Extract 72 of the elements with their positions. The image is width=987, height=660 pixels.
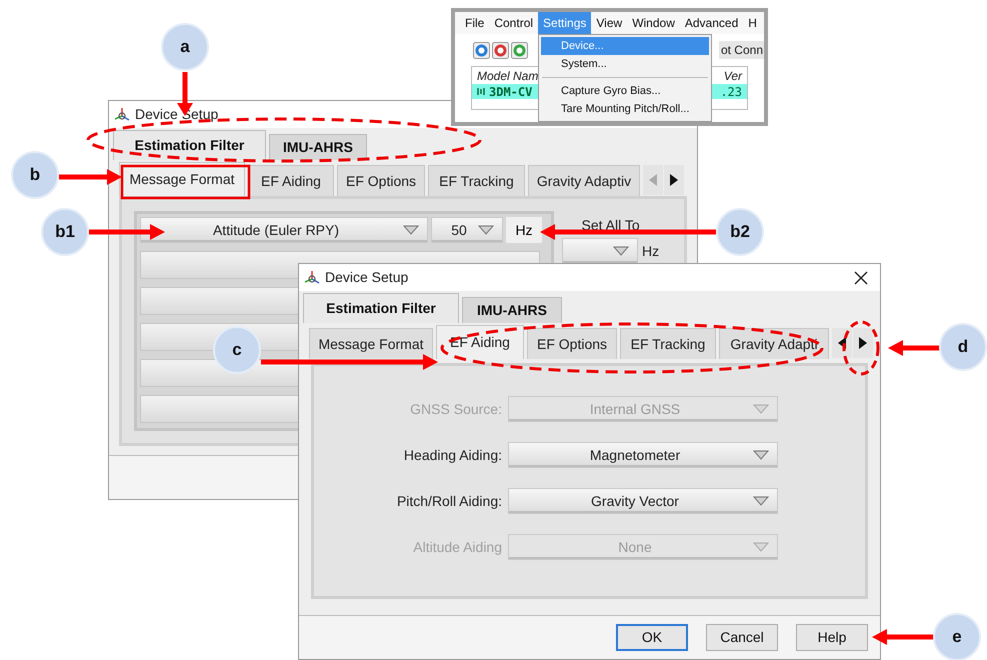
scroll-right-button[interactable] [664,165,684,195]
connection-status: ot Conn [718,41,764,59]
device-icon [477,87,486,96]
menu-item[interactable]: Window [627,12,680,34]
menu-item[interactable]: Advanced [680,12,744,34]
caret-icon [403,225,419,235]
play-icon[interactable] [473,42,490,58]
tab[interactable]: Message Format [309,328,433,359]
arrow [888,340,940,356]
left-triangle-icon [837,336,847,350]
scroll-right-button[interactable] [853,328,873,358]
caret-icon [613,246,629,256]
close-icon[interactable] [854,270,868,284]
dialog-button[interactable]: OK [616,624,688,651]
left-triangle-icon [648,173,658,187]
caret-icon [753,542,769,552]
tab[interactable]: Gravity Adapti [719,328,829,359]
dropdown[interactable]: Attitude (Euler RPY) [140,217,428,243]
table-cell-text: .23 [720,84,742,100]
tab[interactable]: Gravity Adaptiv [528,165,640,196]
callout-badge: d [939,323,987,371]
field-label: Altitude Aiding [412,538,502,557]
arrow [59,169,122,185]
tab[interactable]: Estimation Filter [303,293,459,323]
caret-icon [478,225,494,235]
right-triangle-icon [669,173,679,187]
field-label: GNSS Source: [409,400,502,418]
caret-icon [753,496,769,506]
menu-entry[interactable]: System... [541,55,709,73]
caret-icon [753,450,769,460]
column-header: Model Nam [477,68,538,84]
menu-entry[interactable]: Tare Mounting Pitch/Roll... [541,100,709,118]
caret-icon [753,404,769,414]
menu-item[interactable]: File [460,12,490,34]
callout-badge: a [161,23,209,71]
dropdown[interactable]: Magnetometer [508,442,778,468]
column-header: Ver [724,68,742,84]
scroll-left-button[interactable] [832,328,852,358]
dropdown[interactable]: 50 [431,217,503,243]
tab[interactable]: EF Aiding [248,165,334,196]
right-triangle-icon [858,336,868,350]
field-label: Heading Aiding: [402,446,502,465]
unit-label: Hz [506,217,542,243]
field-label: Pitch/Roll Aiding: [396,492,502,511]
tab[interactable]: EF Tracking [428,165,525,196]
arrow [872,629,934,645]
menu-item[interactable]: H [743,12,762,34]
stop-icon[interactable] [492,42,509,58]
tab[interactable]: IMU-AHRS [269,134,367,160]
menu-entry[interactable]: Capture Gyro Bias... [541,82,709,100]
unit-label: Hz [642,242,660,260]
tab[interactable]: IMU-AHRS [462,297,562,323]
callout-badge: b [11,151,59,199]
dropdown[interactable]: Gravity Vector [508,488,778,514]
callout-badge: e [933,613,981,660]
tab[interactable]: EF Options [337,165,425,196]
record-icon[interactable] [511,42,528,58]
dialog-button[interactable]: Help [796,624,868,651]
tab[interactable]: EF Options [527,328,617,359]
dropdown[interactable] [562,238,638,264]
tab[interactable]: Estimation Filter [113,130,266,160]
callout-badge: b1 [41,208,89,256]
axes-icon [303,268,321,286]
callout-badge: b2 [716,208,764,256]
tab[interactable]: EF Tracking [620,328,716,359]
dialog-button[interactable]: Cancel [706,624,778,651]
window-title: Device Setup [325,268,408,287]
table-cell-text: 3DM-CV [489,84,532,100]
menu-item[interactable]: Control [489,12,538,34]
highlight-ellipse [842,320,880,376]
menu-item[interactable]: View [591,12,628,34]
axes-icon [113,106,131,124]
